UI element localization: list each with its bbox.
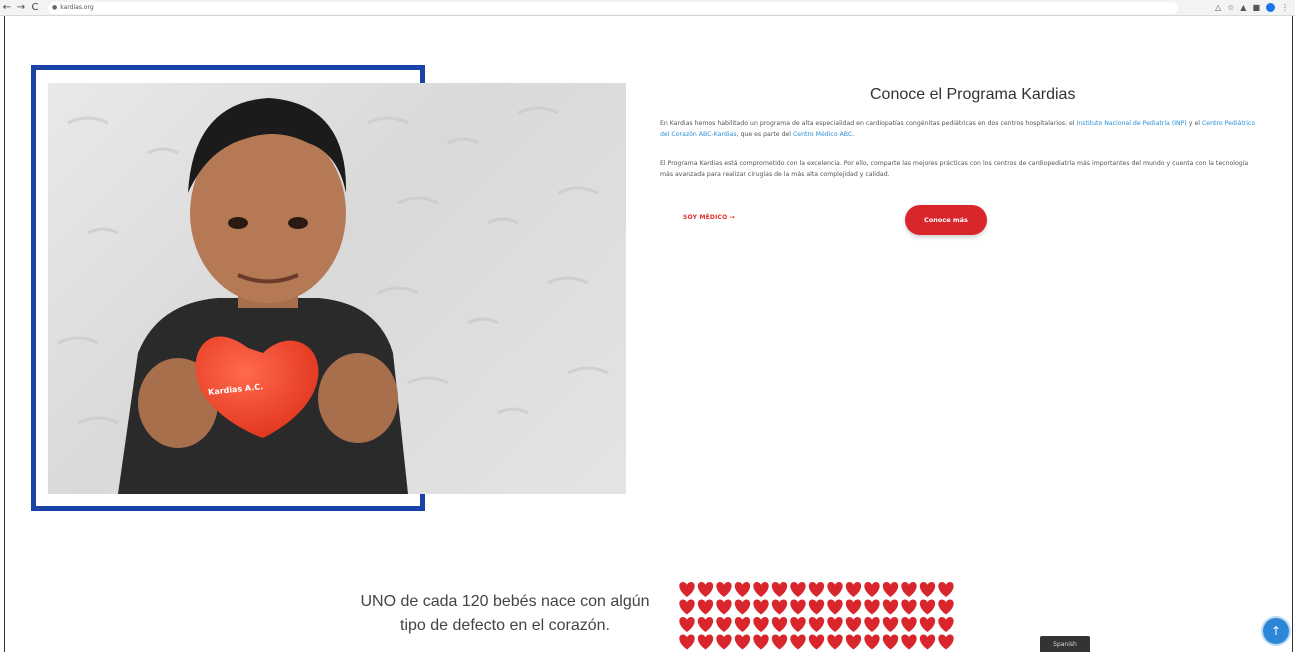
heart-icon: [716, 582, 732, 597]
heart-icon: [771, 599, 788, 615]
heart-icon: [901, 582, 917, 597]
heart-icon: [716, 617, 732, 632]
reload-button[interactable]: C: [28, 2, 42, 13]
extensions-icon[interactable]: ▲: [1240, 3, 1246, 12]
child-with-heart-photo: Kardias A.C.: [48, 83, 626, 494]
heart-icon: [864, 599, 880, 615]
inp-link[interactable]: Instituto Nacional de Pediatría (INP): [1077, 120, 1187, 127]
heart-icon: [771, 634, 788, 650]
page-edge-right: [1292, 16, 1293, 652]
heart-icon: [734, 599, 751, 615]
heart-icon: [919, 582, 936, 597]
heart-icon: [734, 634, 751, 650]
centro-medico-abc-link[interactable]: Centro Médico ABC: [793, 131, 852, 138]
heart-icon: [734, 617, 751, 632]
heart-icon: [882, 634, 899, 650]
section-heading: Conoce el Programa Kardias: [870, 86, 1076, 103]
heart-icon: [827, 582, 843, 597]
forward-button[interactable]: →: [14, 2, 28, 13]
heart-icon: [697, 599, 714, 615]
heart-icon: [753, 582, 769, 597]
heart-icon: [845, 582, 862, 597]
url-text: kardias.org: [60, 4, 94, 11]
heart-icon: [938, 582, 954, 597]
heart-icon: [753, 617, 769, 632]
bookmark-star-icon[interactable]: ☆: [1227, 3, 1234, 12]
sidebar-icon[interactable]: ■: [1252, 3, 1260, 12]
heart-icon: [882, 617, 899, 632]
heart-icon: [845, 599, 862, 615]
text-segment: .: [852, 131, 855, 138]
heart-icon: [845, 617, 862, 632]
language-selector[interactable]: Spanish: [1040, 636, 1090, 652]
browser-actions: △ ☆ ▲ ■ ⋮: [1215, 3, 1295, 12]
heart-icon: [753, 634, 769, 650]
heart-icon: [827, 634, 843, 650]
heart-icon: [938, 634, 954, 650]
address-bar[interactable]: ● kardias.org: [48, 1, 1178, 14]
heart-icon: [808, 617, 825, 632]
heart-icon: [938, 599, 954, 615]
page-edge-left: [4, 16, 5, 652]
statistic-line-1: UNO de cada 120 bebés nace con algún: [360, 593, 650, 610]
menu-dots-icon[interactable]: ⋮: [1281, 3, 1289, 12]
heart-icon: [938, 617, 954, 632]
heart-icon: [864, 617, 880, 632]
heart-icon: [827, 617, 843, 632]
hearts-grid: [678, 580, 958, 652]
heart-icon: [864, 634, 880, 650]
statistic-text: UNO de cada 120 bebés nace con algún tip…: [340, 590, 670, 638]
heart-icon: [679, 599, 695, 615]
heart-icon: [919, 617, 936, 632]
heart-icon: [882, 599, 899, 615]
heart-icon: [864, 582, 880, 597]
heart-icon: [901, 599, 917, 615]
heart-icon: [716, 634, 732, 650]
heart-icon: [882, 582, 899, 597]
text-segment: , que es parte del: [736, 131, 793, 138]
soy-medico-link[interactable]: SOY MÉDICO →: [683, 214, 735, 221]
heart-icon: [808, 634, 825, 650]
heart-icon: [901, 634, 917, 650]
heart-icon: [901, 617, 917, 632]
heart-icon: [827, 599, 843, 615]
profile-avatar[interactable]: [1266, 3, 1275, 12]
heart-icon: [697, 634, 714, 650]
heart-icon: [734, 582, 751, 597]
text-segment: En Kardias hemos habilitado un programa …: [660, 120, 1077, 127]
heart-icon: [790, 617, 806, 632]
back-button[interactable]: ←: [0, 2, 14, 13]
heart-icon: [679, 617, 695, 632]
heart-icon: [808, 582, 825, 597]
intro-paragraph: En Kardias hemos habilitado un programa …: [660, 118, 1260, 140]
heart-icon: [716, 599, 732, 615]
heart-icon: [790, 599, 806, 615]
heart-icon: [790, 582, 806, 597]
statistic-line-2: tipo de defecto en el corazón.: [400, 617, 610, 634]
heart-icon: [697, 617, 714, 632]
heart-icon: [679, 582, 695, 597]
heart-icon: [790, 634, 806, 650]
heart-icon: [697, 582, 714, 597]
heart-icon: [771, 582, 788, 597]
heart-icon: [919, 634, 936, 650]
arrow-up-icon: ↑: [1270, 624, 1282, 638]
heart-icon: [771, 617, 788, 632]
share-icon[interactable]: △: [1215, 3, 1221, 12]
browser-toolbar: ← → C ● kardias.org △ ☆ ▲ ■ ⋮: [0, 0, 1295, 16]
heart-icon: [808, 599, 825, 615]
text-segment: y el: [1186, 120, 1202, 127]
heart-icon: [679, 634, 695, 650]
heart-icon: [753, 599, 769, 615]
conoce-mas-button[interactable]: Conoce más: [905, 205, 987, 235]
lock-icon: ●: [52, 4, 58, 11]
heart-icon: [919, 599, 936, 615]
heart-icon: [845, 634, 862, 650]
excellence-paragraph: El Programa Kardias está comprometido co…: [660, 160, 1249, 178]
scroll-to-top-button[interactable]: ↑: [1263, 618, 1289, 644]
